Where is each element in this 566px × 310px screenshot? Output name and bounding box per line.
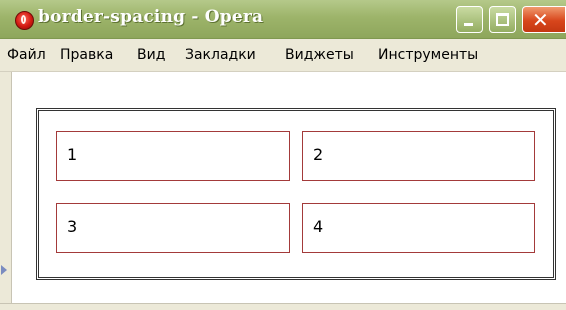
menu-bar: Файл Правка Вид Закладки Виджеты Инструм… [0,39,566,72]
minimize-icon [464,23,473,26]
title-bar[interactable]: border-spacing - Opera ✕ [0,0,566,39]
maximize-button[interactable] [489,6,516,33]
browser-window: border-spacing - Opera ✕ Файл Правка Вид… [0,0,566,310]
panel-expand-arrow-icon[interactable] [1,265,7,275]
menu-widgets[interactable]: Виджеты [285,47,354,63]
table-cell: 4 [302,203,535,253]
menu-file[interactable]: Файл [7,47,46,63]
table-cell: 2 [302,131,535,181]
opera-logo-icon[interactable] [15,11,34,30]
panel-toggle-strip[interactable] [0,72,12,309]
table-cell: 3 [56,203,290,253]
menu-bookmarks[interactable]: Закладки [185,47,256,63]
menu-tools[interactable]: Инструменты [378,47,478,63]
menu-view[interactable]: Вид [137,47,165,63]
window-title: border-spacing - Opera [38,7,264,27]
maximize-icon [496,13,509,26]
minimize-button[interactable] [456,6,483,33]
menu-edit[interactable]: Правка [60,47,113,63]
table-cell: 1 [56,131,290,181]
close-icon: ✕ [532,8,549,32]
close-button[interactable]: ✕ [522,6,566,33]
